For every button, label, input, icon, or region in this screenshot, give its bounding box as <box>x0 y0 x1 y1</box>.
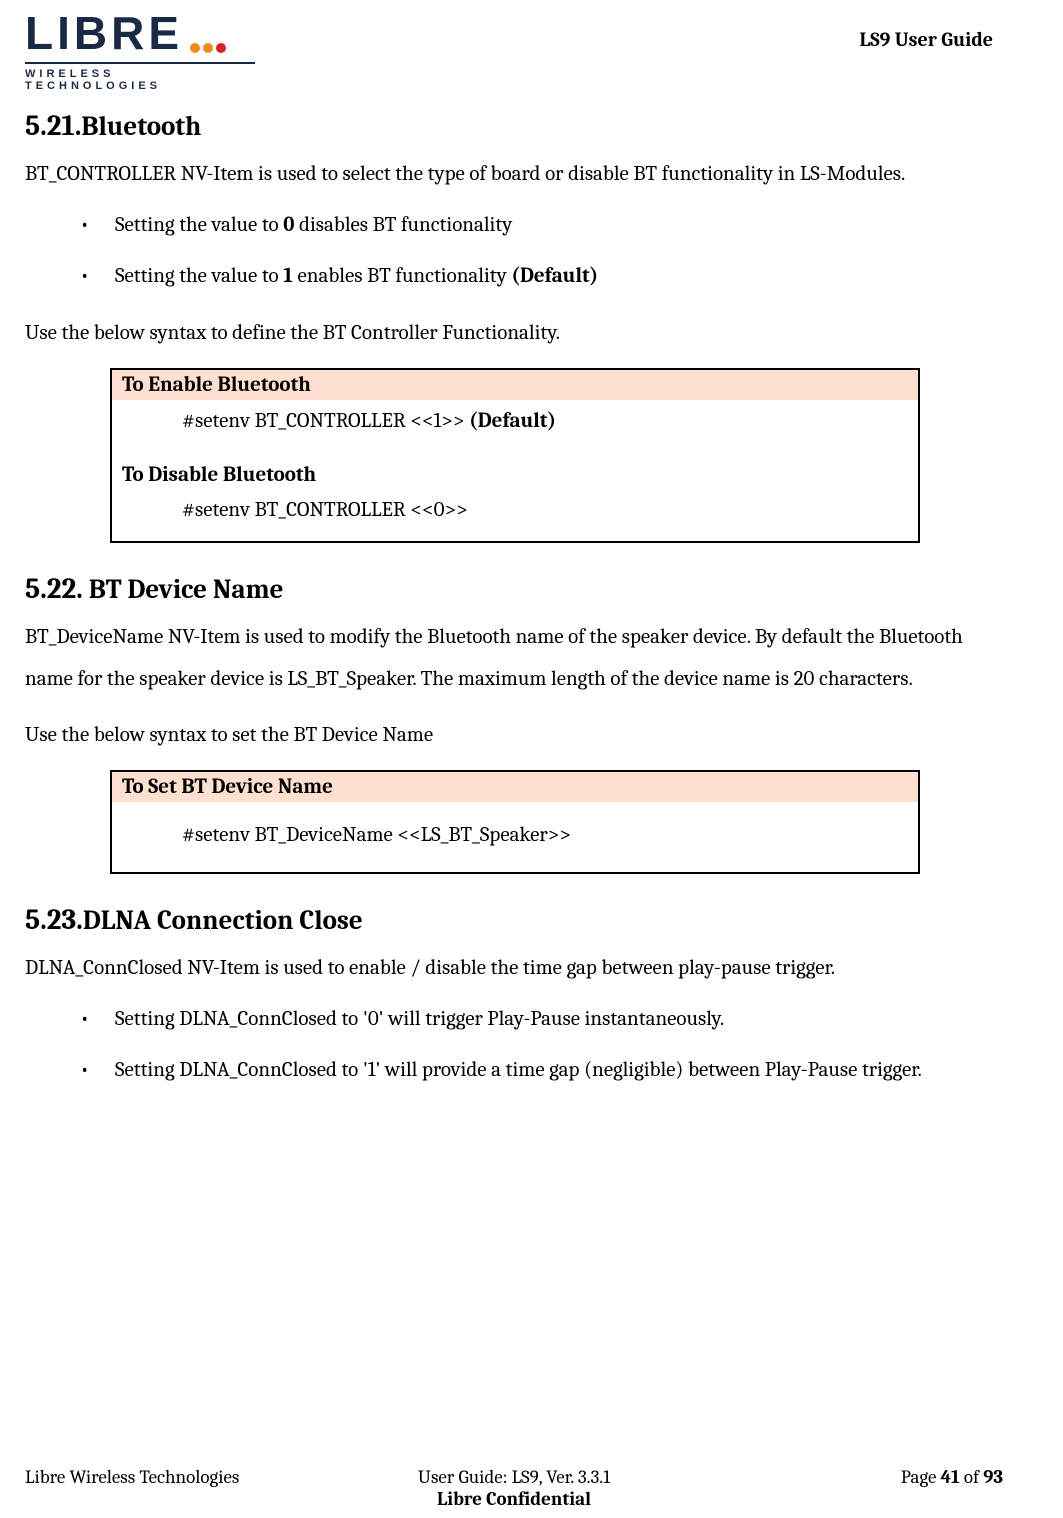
box-body: #setenv BT_CONTROLLER <<1>> (Default) To… <box>112 400 918 541</box>
section-number: 5.22. <box>25 573 83 606</box>
page-number: 41 <box>941 1466 960 1488</box>
bullet-list: Setting DLNA_ConnClosed to '0' will trig… <box>25 1003 1003 1088</box>
box-subheading: To Disable Bluetooth <box>122 458 908 494</box>
box-heading: To Enable Bluetooth <box>112 370 918 400</box>
bullet-list: Setting the value to 0 disables BT funct… <box>25 209 1003 294</box>
section-title: Bluetooth <box>81 111 201 142</box>
section-title: DLNA Connection Close <box>83 905 363 936</box>
section-number: 5.23. <box>25 904 83 937</box>
logo-main: LIBRE <box>25 7 183 59</box>
footer-left: Libre Wireless Technologies <box>25 1466 285 1510</box>
box-body: #setenv BT_DeviceName <<LS_BT_Speaker>> <box>112 802 918 872</box>
section-title: BT Device Name <box>83 574 284 605</box>
list-item: Setting the value to 0 disables BT funct… <box>25 209 1003 243</box>
section-heading-5-21: 5.21.Bluetooth <box>25 110 1003 143</box>
box-heading: To Set BT Device Name <box>112 772 918 802</box>
footer-right: Page 41 of 93 <box>743 1466 1003 1510</box>
page-footer: Libre Wireless Technologies User Guide: … <box>25 1466 1003 1510</box>
logo-subtitle: WIRELESS TECHNOLOGIES <box>25 62 255 92</box>
command-line: #setenv BT_CONTROLLER <<0>> <box>122 493 908 529</box>
list-item: Setting DLNA_ConnClosed to '1' will prov… <box>25 1054 1003 1088</box>
footer-center: User Guide: LS9, Ver. 3.3.1 Libre Confid… <box>285 1466 743 1510</box>
command-line: #setenv BT_DeviceName <<LS_BT_Speaker>> <box>122 818 908 854</box>
command-line: #setenv BT_CONTROLLER <<1>> (Default) <box>122 404 908 440</box>
paragraph: Use the below syntax to define the BT Co… <box>25 312 1003 354</box>
paragraph: DLNA_ConnClosed NV-Item is used to enabl… <box>25 947 1003 989</box>
section-number: 5.21. <box>25 110 81 143</box>
paragraph: BT_DeviceName NV-Item is used to modify … <box>25 616 1003 700</box>
page-total: 93 <box>983 1466 1003 1488</box>
syntax-box-devicename: To Set BT Device Name #setenv BT_DeviceN… <box>110 770 920 874</box>
paragraph: Use the below syntax to set the BT Devic… <box>25 714 1003 756</box>
list-item: Setting the value to 1 enables BT functi… <box>25 260 1003 294</box>
page-content: 5.21.Bluetooth BT_CONTROLLER NV-Item is … <box>25 110 1003 1088</box>
logo-text: LIBRE <box>25 10 255 60</box>
brand-logo: LIBRE WIRELESS TECHNOLOGIES <box>25 10 255 92</box>
list-item: Setting DLNA_ConnClosed to '0' will trig… <box>25 1003 1003 1037</box>
paragraph: BT_CONTROLLER NV-Item is used to select … <box>25 153 1003 195</box>
document-title: LS9 User Guide <box>860 28 993 51</box>
syntax-box-bluetooth: To Enable Bluetooth #setenv BT_CONTROLLE… <box>110 368 920 543</box>
document-page: LIBRE WIRELESS TECHNOLOGIES LS9 User Gui… <box>0 0 1063 1518</box>
page-header: LIBRE WIRELESS TECHNOLOGIES LS9 User Gui… <box>25 10 1003 92</box>
section-heading-5-22: 5.22. BT Device Name <box>25 573 1003 606</box>
logo-dots-icon <box>187 14 226 60</box>
section-heading-5-23: 5.23.DLNA Connection Close <box>25 904 1003 937</box>
